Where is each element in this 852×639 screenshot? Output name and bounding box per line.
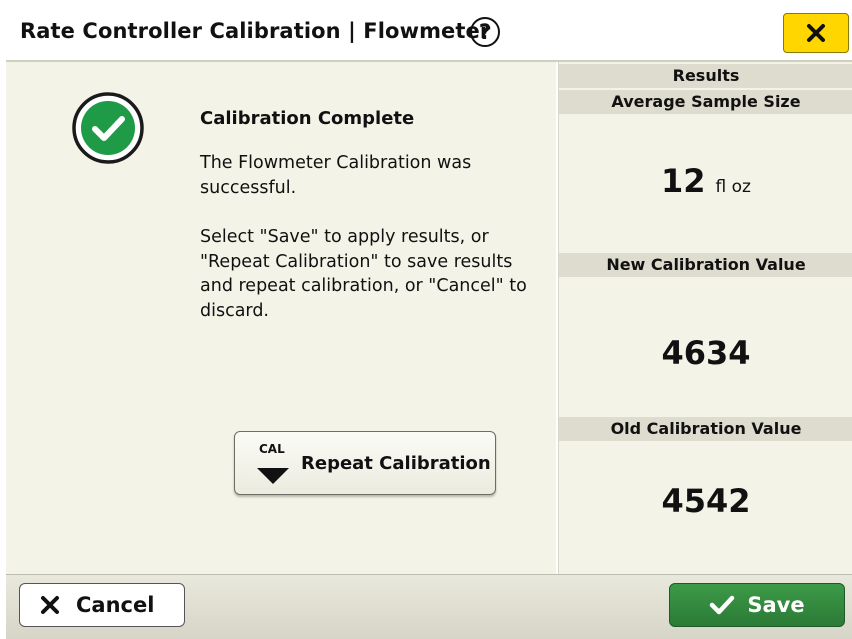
dialog-header: Rate Controller Calibration | Flowmeter …	[6, 5, 852, 62]
repeat-calibration-button[interactable]: CAL Repeat Calibration	[234, 431, 496, 495]
help-icon[interactable]: ?	[470, 17, 500, 47]
checkmark-icon	[710, 595, 735, 615]
repeat-calibration-label: Repeat Calibration	[301, 453, 491, 474]
message-instructions-text: Select "Save" to apply results, or "Repe…	[200, 227, 527, 321]
old-calibration-label: Old Calibration Value	[559, 417, 852, 441]
average-sample-size-unit: fl oz	[715, 177, 751, 197]
close-button[interactable]	[783, 13, 849, 53]
check-circle-icon	[72, 92, 144, 164]
cal-arrow-icon: CAL	[255, 442, 291, 486]
new-calibration-value: 4634	[661, 334, 751, 372]
new-calibration-label: New Calibration Value	[559, 253, 852, 277]
calibration-dialog: Rate Controller Calibration | Flowmeter …	[6, 5, 852, 639]
close-x-icon	[41, 596, 59, 614]
average-sample-size-label: Average Sample Size	[559, 90, 852, 114]
save-button[interactable]: Save	[669, 583, 845, 627]
cancel-button[interactable]: Cancel	[19, 583, 185, 627]
average-sample-size-number: 12	[661, 162, 706, 200]
results-title: Results	[559, 64, 852, 88]
message-title: Calibration Complete	[200, 108, 415, 129]
message-success-text: The Flowmeter Calibration was successful…	[200, 153, 472, 198]
results-panel: Results Average Sample Size 12 fl oz New …	[558, 62, 852, 574]
cancel-label: Cancel	[76, 593, 155, 617]
old-calibration-value: 4542	[661, 482, 751, 520]
page-title: Rate Controller Calibration | Flowmeter	[20, 19, 491, 43]
save-label: Save	[747, 593, 805, 617]
dialog-footer: Cancel Save	[6, 574, 852, 639]
close-icon	[807, 24, 825, 42]
message-panel: Calibration Complete The Flowmeter Calib…	[6, 62, 556, 574]
average-sample-size-value: 12 fl oz	[559, 162, 852, 200]
